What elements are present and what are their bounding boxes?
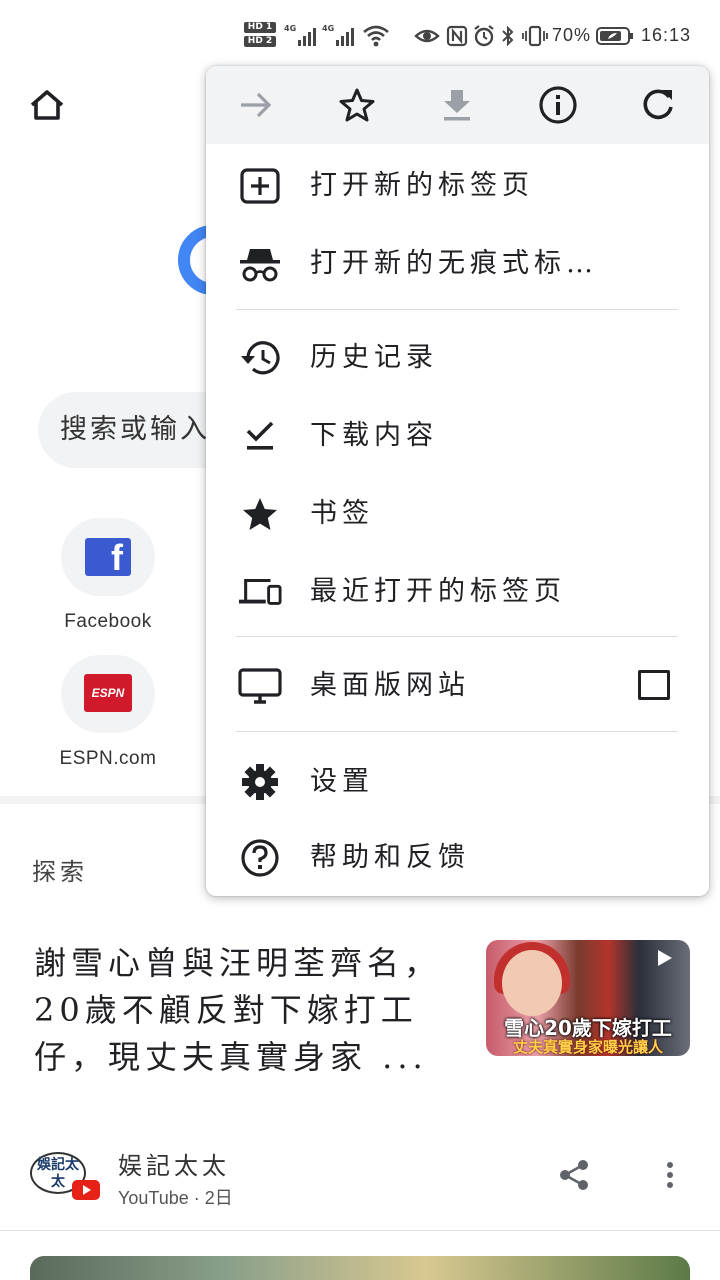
thumbnail-subcaption: 丈夫真實身家曝光讓人 [512, 1038, 663, 1056]
arrow-right-icon [241, 92, 272, 118]
menu-item-label: 书签 [310, 498, 374, 529]
plus-box-icon [238, 166, 282, 206]
battery-percent: 70% [552, 25, 592, 45]
bluetooth-icon [502, 25, 514, 47]
forward-button[interactable] [234, 83, 278, 127]
next-article-thumbnail[interactable] [30, 1256, 690, 1280]
menu-item-label: 最近打开的标签页 [310, 576, 566, 607]
shortcut-facebook[interactable]: f Facebook [58, 518, 158, 633]
menu-item-incognito-tab[interactable]: 打开新的无痕式标… [206, 232, 709, 296]
alarm-icon [474, 25, 494, 47]
download-check-icon [238, 416, 282, 456]
menu-item-bookmarks[interactable]: 书签 [206, 482, 709, 546]
menu-item-label: 打开新的无痕式标… [310, 248, 598, 279]
incognito-icon [238, 244, 282, 284]
menu-item-label: 打开新的标签页 [310, 170, 534, 201]
menu-item-label: 下载内容 [310, 420, 438, 451]
menu-item-new-tab[interactable]: 打开新的标签页 [206, 154, 709, 218]
espn-logo-icon: ESPN [84, 674, 132, 712]
menu-item-settings[interactable]: 设置 [206, 750, 709, 814]
hd1-badge: HD 1 [244, 22, 276, 33]
search-placeholder: 搜索或输入 [60, 414, 210, 445]
hd-badges: HD 1 HD 2 [244, 22, 278, 50]
menu-toolbar [206, 66, 709, 144]
battery-icon [596, 27, 633, 45]
menu-item-recent-tabs[interactable]: 最近打开的标签页 [206, 560, 709, 624]
article-thumbnail[interactable]: 雪心20歲下嫁打工 丈夫真實身家曝光讓人 [486, 940, 690, 1056]
card-separator [0, 1230, 720, 1231]
help-icon [238, 838, 282, 878]
status-bar: HD 1 HD 2 4G 4G 70% 16:13 [0, 0, 720, 70]
youtube-icon [72, 1180, 100, 1200]
refresh-icon [643, 89, 673, 120]
eye-icon [414, 29, 440, 43]
source-meta: YouTube · 2日 [118, 1188, 233, 1208]
shortcut-icon-bg: f [61, 518, 155, 596]
play-icon [658, 950, 672, 966]
menu-separator [236, 731, 678, 732]
menu-item-downloads[interactable]: 下载内容 [206, 404, 709, 468]
wifi-icon [363, 25, 389, 47]
share-icon[interactable] [556, 1158, 592, 1192]
download-icon [444, 90, 470, 121]
signal-2-icon: 4G [322, 24, 356, 46]
menu-item-desktop-site[interactable]: 桌面版网站 [206, 654, 709, 718]
star-icon [238, 494, 282, 534]
home-icon[interactable] [28, 88, 66, 122]
explore-heading: 探索 [32, 858, 88, 886]
download-page-button[interactable] [435, 83, 479, 127]
signal-1-icon: 4G [284, 24, 318, 46]
shortcut-label: ESPN.com [59, 748, 157, 769]
menu-item-label: 帮助和反馈 [310, 842, 470, 873]
bookmark-button[interactable] [335, 83, 379, 127]
refresh-button[interactable] [636, 83, 680, 127]
menu-item-label: 设置 [310, 766, 374, 797]
desktop-site-checkbox[interactable] [638, 670, 670, 700]
menu-item-label: 历史记录 [310, 342, 438, 373]
history-icon [238, 338, 282, 378]
source-name: 娱記太太 [118, 1152, 230, 1180]
gear-icon [238, 762, 282, 802]
menu-item-history[interactable]: 历史记录 [206, 326, 709, 390]
menu-separator [236, 309, 678, 310]
hd2-badge: HD 2 [244, 36, 276, 47]
nfc-icon [446, 25, 468, 47]
shortcut-espn[interactable]: ESPN ESPN.com [58, 655, 158, 770]
shortcut-icon-bg: ESPN [61, 655, 155, 733]
overflow-menu: 打开新的标签页 打开新的无痕式标… 历史记录 下载内容 书签 最近打开的标签页 [206, 66, 709, 896]
menu-item-label: 桌面版网站 [310, 670, 470, 701]
network-type-1: 4G [284, 24, 297, 33]
info-icon [539, 86, 577, 124]
clock: 16:13 [641, 25, 692, 45]
vibrate-icon [522, 25, 548, 47]
network-type-2: 4G [322, 24, 335, 33]
shortcut-label: Facebook [64, 611, 152, 632]
more-vert-icon[interactable] [660, 1160, 680, 1190]
facebook-logo-icon: f [85, 538, 131, 578]
devices-icon [238, 572, 282, 612]
menu-separator [236, 636, 678, 637]
monitor-icon [238, 666, 282, 706]
article-title[interactable]: 謝雪心曾與汪明荃齊名，20歲不顧反對下嫁打工仔，現丈夫真實身家 ... [34, 940, 454, 1081]
star-outline-icon [339, 88, 375, 122]
menu-item-help[interactable]: 帮助和反馈 [206, 826, 709, 890]
page-info-button[interactable] [536, 83, 580, 127]
